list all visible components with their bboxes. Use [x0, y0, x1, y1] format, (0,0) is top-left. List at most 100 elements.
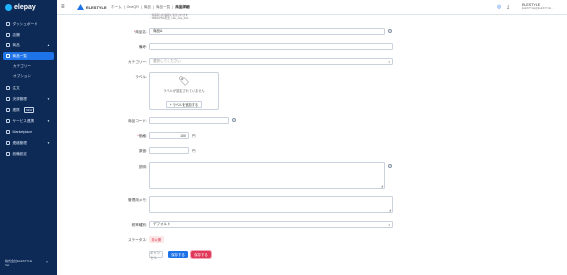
cart-icon [6, 130, 10, 134]
chevron-down-icon: ▼ [47, 119, 50, 123]
breadcrumb: ホーム | OneQR | 商品 | 商品一覧 | 商品詳細 [111, 5, 190, 10]
puzzle-icon [6, 119, 10, 123]
chevron-down-icon: ▼ [47, 97, 50, 101]
receipt-icon [6, 86, 10, 90]
sidebar-item-label: カテゴリー [13, 63, 31, 68]
price-label: *価格: [137, 134, 147, 138]
description-label: 説明: [138, 165, 147, 169]
memo-textarea[interactable]: ◢ [149, 196, 393, 213]
sidebar-item-dashboard[interactable]: ダッシュボード [3, 20, 54, 28]
sidebar-item-marketplace[interactable]: Marketplace [3, 128, 54, 136]
product-form: ・商品名はお客様に表示されます ・JPEG/PNG形式, max_size_li… [57, 14, 567, 275]
brand-logo[interactable]: elepay [5, 4, 36, 11]
store-name: ELESTYLE [86, 5, 107, 10]
sidebar-item-services[interactable]: サービス連携 ▼ [3, 117, 54, 125]
store-logo-icon [77, 4, 84, 10]
sidebar-item-payments[interactable]: 決済管理 ▼ [3, 95, 54, 103]
status-label: ステータス: [128, 238, 147, 242]
save-button[interactable]: 保存する [168, 251, 188, 258]
help-icon[interactable]: ? [388, 164, 392, 168]
sidebar-item-label: 店舗 [12, 32, 20, 37]
form-note: ・商品名はお客様に表示されます ・JPEG/PNG形式, max_size_li… [149, 14, 189, 21]
breadcrumb-oneqr[interactable]: OneQR [127, 5, 139, 10]
sidebar-item-label: 決済管理 [12, 96, 27, 101]
price-unit: 円 [192, 134, 196, 138]
category-select[interactable]: 選択してください ▾ [149, 58, 393, 65]
elepay-logo-icon [5, 4, 12, 11]
tax-select[interactable]: デフォルト ▾ [149, 221, 393, 228]
sidebar-item-orders[interactable]: 注文 [3, 84, 54, 92]
label-empty-text: ラベルが設定されていません [163, 89, 205, 93]
list-icon [6, 54, 10, 58]
resize-grip-icon[interactable]: ◢ [381, 184, 383, 188]
subtitle-input[interactable] [149, 43, 393, 50]
cost-label: 原価: [138, 149, 147, 153]
sidebar-item-integration[interactable]: 連携 NEW [3, 106, 54, 114]
sidebar-item-label: 商品 [12, 42, 20, 47]
breadcrumb-products[interactable]: 商品 [144, 5, 151, 10]
gear-icon [6, 152, 10, 156]
product-name-input[interactable]: 商品A [149, 28, 385, 35]
new-badge: NEW [23, 107, 35, 113]
brand-name: elepay [14, 4, 36, 11]
tax-label: 税率種別: [131, 223, 147, 227]
subtitle-label: 備考: [138, 45, 147, 49]
label-field-label: ラベル: [135, 75, 147, 79]
category-label: カテゴリー: [128, 60, 147, 64]
sidebar-item-product-list[interactable]: 商品一覧 [3, 52, 54, 60]
product-code-input[interactable] [149, 117, 229, 124]
cancel-button[interactable]: キャンセル [149, 251, 163, 260]
status-badge[interactable]: 非公開 [149, 236, 164, 243]
mail-icon [6, 141, 10, 145]
product-code-label: 商品コード: [128, 119, 147, 123]
cost-unit: 円 [192, 149, 196, 153]
help-icon[interactable]: ? [388, 29, 392, 33]
collapse-icon[interactable]: « [46, 260, 48, 264]
sidebar-item-label: オプション [13, 73, 31, 78]
help-icon[interactable]: ? [232, 118, 236, 122]
chevron-down-icon: ▼ [47, 141, 50, 145]
dashboard-icon [6, 22, 10, 26]
sidebar-item-category[interactable]: カテゴリー [3, 62, 54, 70]
sidebar-item-products[interactable]: 商品 ▲ [3, 41, 54, 49]
breadcrumb-product-list[interactable]: 商品一覧 [156, 5, 170, 10]
sidebar-footer: 株式会社ELESTYLE Ver [5, 259, 32, 267]
store-icon [6, 33, 10, 37]
user-menu[interactable]: ELESTYLE ELESTYLE@ELESTYLE... [522, 3, 553, 11]
sidebar-item-label: ダッシュボード [12, 21, 38, 26]
link-icon [6, 108, 10, 112]
sidebar-item-label: 注文 [12, 85, 20, 90]
breadcrumb-current: 商品詳細 [175, 5, 190, 9]
user-email: ELESTYLE@ELESTYLE... [522, 7, 554, 10]
sidebar-item-label: 商品一覧 [12, 53, 27, 58]
resize-grip-icon[interactable]: ◢ [389, 208, 391, 212]
label-box: 🏷 ラベルが設定されていません + ラベルを追加する [149, 72, 219, 110]
box-icon [6, 43, 10, 47]
sidebar-item-label: 連絡管理 [12, 140, 27, 145]
sidebar-item-label: 設備設定 [12, 151, 27, 156]
price-input[interactable]: 100 [149, 132, 189, 139]
add-label-button[interactable]: + ラベルを追加する [165, 100, 203, 108]
sidebar-item-options[interactable]: オプション [3, 72, 54, 80]
cost-input[interactable] [149, 147, 189, 154]
tag-icon: 🏷 [178, 76, 190, 86]
sidebar-item-contact[interactable]: 連絡管理 ▼ [3, 139, 54, 147]
help-icon[interactable]: ◎ [497, 4, 501, 10]
description-textarea[interactable]: ◢ [149, 162, 385, 189]
sidebar-item-label: サービス連携 [12, 118, 35, 123]
chevron-up-icon: ▲ [47, 43, 50, 47]
version-label: Ver [5, 263, 10, 267]
tax-value: デフォルト [153, 222, 171, 226]
wallet-icon [6, 97, 10, 101]
sidebar-item-settings[interactable]: 設備設定 [3, 150, 54, 158]
sidebar-item-store[interactable]: 店舗 [3, 31, 54, 39]
sidebar-item-label: Marketplace [12, 130, 33, 134]
product-name-label: *商品名: [133, 30, 147, 34]
sidebar-item-label: 連携 [12, 107, 20, 112]
apply-button[interactable]: 保存する [189, 249, 213, 260]
breadcrumb-home[interactable]: ホーム [111, 5, 122, 10]
chevron-down-icon: ▾ [388, 222, 390, 227]
top-bar: ≡ ELESTYLE ホーム | OneQR | 商品 | 商品一覧 | 商品詳細 ◎ … [57, 0, 567, 15]
hamburger-menu-icon[interactable]: ≡ [61, 4, 65, 10]
download-icon[interactable]: ⤓ [507, 4, 509, 10]
